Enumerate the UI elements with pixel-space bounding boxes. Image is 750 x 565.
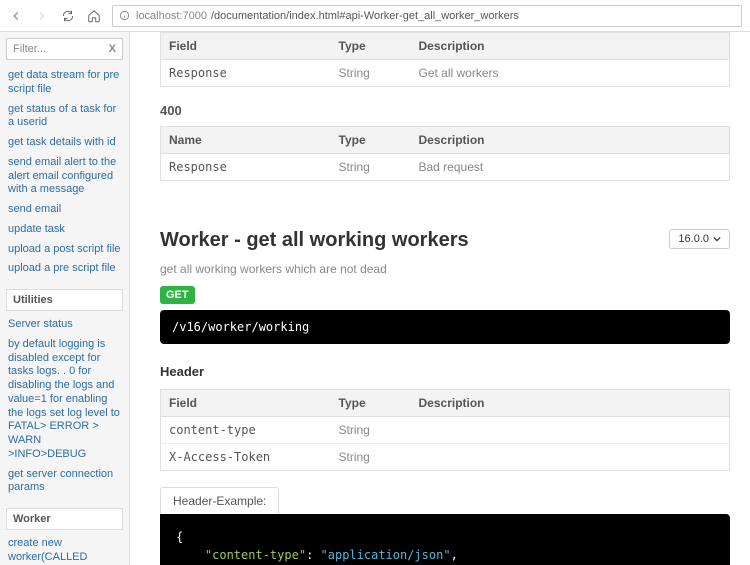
col-type: Type — [331, 127, 411, 154]
sidebar-item[interactable]: create new worker(CALLED internally by w… — [6, 534, 123, 565]
main-content: Field Type Description Response String G… — [130, 32, 750, 565]
sidebar-item[interactable]: send email alert to the alert email conf… — [6, 153, 123, 200]
prev-response-table: Field Type Description Response String G… — [160, 32, 730, 87]
filter-input[interactable]: Filter... X — [6, 38, 123, 60]
info-icon — [119, 10, 130, 21]
headers-table: Field Type Description content-typeStrin… — [160, 389, 730, 471]
sidebar-item[interactable]: upload a pre script file — [6, 259, 123, 279]
url-path: /documentation/index.html#api-Worker-get… — [211, 10, 519, 22]
endpoint-path: /v16/worker/working — [160, 310, 730, 344]
cell-type: String — [331, 60, 411, 87]
status-400: 400 — [160, 103, 730, 118]
cell-field: Response — [161, 60, 331, 87]
cell-type: String — [331, 444, 411, 471]
refresh-icon[interactable] — [60, 8, 76, 24]
home-icon[interactable] — [86, 8, 102, 24]
sidebar-item[interactable]: get server connection params — [6, 465, 123, 499]
col-desc: Description — [411, 390, 730, 417]
col-field: Field — [161, 33, 331, 60]
col-desc: Description — [411, 127, 730, 154]
cell-field: content-type — [161, 417, 331, 444]
sidebar-item[interactable]: get task details with id — [6, 133, 123, 153]
cell-desc — [411, 444, 730, 471]
cell-field: X-Access-Token — [161, 444, 331, 471]
sidebar-item[interactable]: get status of a task for a userid — [6, 100, 123, 134]
sidebar-item[interactable]: send email — [6, 200, 123, 220]
cell-type: String — [331, 154, 411, 181]
forward-icon[interactable] — [34, 8, 50, 24]
cell-desc: Bad request — [411, 154, 730, 181]
col-type: Type — [331, 33, 411, 60]
table-row: X-Access-TokenString — [161, 444, 730, 471]
cell-desc — [411, 417, 730, 444]
chevron-down-icon — [713, 235, 721, 243]
back-icon[interactable] — [8, 8, 24, 24]
col-name: Name — [161, 127, 331, 154]
clear-icon[interactable]: X — [109, 43, 116, 55]
sidebar-item[interactable]: Server status — [6, 315, 123, 335]
sidebar-item[interactable]: update task — [6, 220, 123, 240]
endpoint-title: Worker - get all working workers — [160, 229, 469, 252]
table-row: Response String Get all workers — [161, 60, 730, 87]
section-utilities: Utilities — [6, 289, 123, 311]
col-desc: Description — [411, 33, 730, 60]
col-type: Type — [331, 390, 411, 417]
browser-toolbar: localhost:7000 /documentation/index.html… — [0, 0, 750, 32]
method-badge: GET — [160, 286, 195, 304]
table-row: Response String Bad request — [161, 154, 730, 181]
cell-desc: Get all workers — [411, 60, 730, 87]
sidebar-item[interactable]: by default logging is disabled except fo… — [6, 335, 123, 465]
version-label: 16.0.0 — [678, 233, 709, 245]
col-field: Field — [161, 390, 331, 417]
sidebar: Filter... X get data stream for pre scri… — [0, 32, 130, 565]
cell-name: Response — [161, 154, 331, 181]
version-dropdown[interactable]: 16.0.0 — [669, 229, 730, 249]
header-section-title: Header — [160, 364, 730, 379]
sidebar-item[interactable]: upload a post script file — [6, 240, 123, 260]
url-bar[interactable]: localhost:7000 /documentation/index.html… — [112, 5, 742, 27]
sidebar-item[interactable]: get data stream for pre script file — [6, 66, 123, 100]
error-table: Name Type Description Response String Ba… — [160, 126, 730, 181]
section-worker: Worker — [6, 508, 123, 530]
table-row: content-typeString — [161, 417, 730, 444]
endpoint-desc: get all working workers which are not de… — [160, 262, 730, 276]
header-example-code: { "content-type": "application/json", "X… — [160, 514, 730, 565]
cell-type: String — [331, 417, 411, 444]
example-tab[interactable]: Header-Example: — [160, 487, 279, 514]
url-host: localhost:7000 — [136, 10, 207, 22]
filter-placeholder: Filter... — [13, 43, 46, 55]
